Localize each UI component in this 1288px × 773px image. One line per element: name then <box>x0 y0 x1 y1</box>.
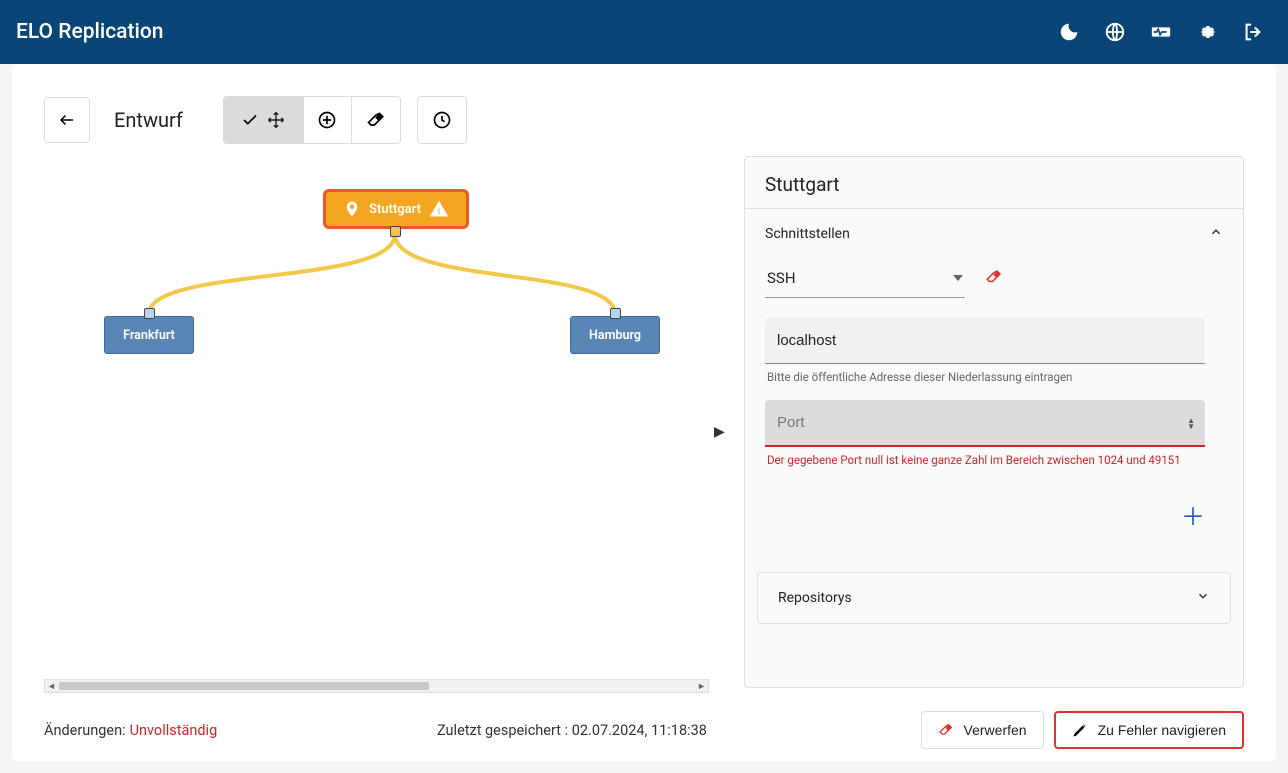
navigate-error-button[interactable]: Zu Fehler navigieren <box>1054 711 1244 749</box>
eraser-icon <box>366 110 386 130</box>
protocol-value: SSH <box>767 269 796 287</box>
main-content: Entwurf <box>12 64 1276 761</box>
interfaces-body: SSH Bitte die öffentliche Adresse dieser… <box>745 259 1243 552</box>
toolbar-row: Entwurf <box>44 96 1244 144</box>
section-label: Repositorys <box>778 590 852 606</box>
protocol-select[interactable]: SSH <box>765 259 965 298</box>
heartbeat-icon[interactable] <box>1150 21 1172 43</box>
footer-buttons: Verwerfen Zu Fehler navigieren <box>921 711 1244 749</box>
logout-icon[interactable] <box>1242 21 1264 43</box>
add-interface-button[interactable]: ＋ <box>1181 497 1205 532</box>
footer-bar: Änderungen: Unvollständig Zuletzt gespei… <box>44 693 1244 749</box>
footer-status-group: Änderungen: Unvollständig <box>44 722 217 739</box>
gear-icon[interactable] <box>1196 21 1218 43</box>
last-saved-label: Zuletzt gespeichert : 02.07.2024, 11:18:… <box>437 722 707 739</box>
app-header: ELO Replication <box>0 0 1288 64</box>
discard-label: Verwerfen <box>964 722 1027 738</box>
changes-status: Unvollständig <box>130 722 218 739</box>
dark-mode-icon[interactable] <box>1058 21 1080 43</box>
pencil-icon <box>1072 722 1088 738</box>
number-spinner[interactable]: ▲▼ <box>1187 418 1195 430</box>
globe-icon[interactable] <box>1104 21 1126 43</box>
chevron-down-icon <box>1196 589 1210 607</box>
port-out-stuttgart[interactable] <box>390 226 401 237</box>
port-error-text: Der gegebene Port null ist keine ganze Z… <box>765 447 1205 467</box>
back-button[interactable] <box>44 97 90 143</box>
discard-button[interactable]: Verwerfen <box>921 711 1044 749</box>
dropdown-arrow-icon <box>953 275 963 281</box>
horizontal-scrollbar[interactable]: ◄ ► <box>44 679 709 693</box>
canvas-toolbar <box>223 96 467 144</box>
select-move-button[interactable] <box>224 97 304 143</box>
history-button[interactable] <box>418 97 466 143</box>
node-hamburg[interactable]: Hamburg <box>570 316 660 354</box>
app-title: ELO Replication <box>16 20 163 44</box>
location-pin-icon <box>343 200 361 218</box>
add-node-button[interactable] <box>304 97 352 143</box>
navigate-label: Zu Fehler navigieren <box>1098 722 1226 738</box>
panel-title: Stuttgart <box>745 157 1243 208</box>
properties-panel: Stuttgart Schnittstellen SSH <box>744 156 1244 688</box>
check-icon <box>241 111 259 129</box>
move-icon <box>267 111 285 129</box>
port-input[interactable] <box>765 400 1205 447</box>
section-label: Schnittstellen <box>765 226 850 242</box>
port-in-hamburg[interactable] <box>610 308 621 319</box>
erase-button[interactable] <box>352 97 400 143</box>
arrow-left-icon <box>58 111 76 129</box>
chevron-up-icon <box>1209 225 1223 243</box>
plus-circle-icon <box>317 110 337 130</box>
host-input[interactable] <box>765 318 1205 364</box>
eraser-icon <box>938 722 954 738</box>
repositories-section: Repositorys <box>757 572 1231 624</box>
panel-collapse-toggle[interactable]: ▶ <box>714 424 725 440</box>
scroll-left-arrow[interactable]: ◄ <box>47 681 56 692</box>
repositories-header[interactable]: Repositorys <box>758 573 1230 623</box>
host-hint: Bitte die öffentliche Adresse dieser Nie… <box>765 364 1223 400</box>
interfaces-header[interactable]: Schnittstellen <box>745 209 1243 259</box>
warning-icon <box>429 199 449 219</box>
node-label: Hamburg <box>589 328 641 343</box>
port-in-frankfurt[interactable] <box>144 308 155 319</box>
node-stuttgart[interactable]: Stuttgart <box>323 189 469 229</box>
main-body: Stuttgart Frankfurt Hamburg ◄ ► ▶ Stuttg… <box>44 156 1244 693</box>
scroll-thumb[interactable] <box>59 682 429 690</box>
interfaces-section: Schnittstellen SSH <box>745 208 1243 552</box>
clear-interface-button[interactable] <box>985 268 1003 290</box>
scroll-right-arrow[interactable]: ► <box>697 681 706 692</box>
diagram-canvas[interactable]: Stuttgart Frankfurt Hamburg ◄ ► <box>44 156 728 693</box>
eraser-icon <box>985 268 1003 286</box>
clock-icon <box>432 110 452 130</box>
page-mode-label: Entwurf <box>114 108 183 132</box>
header-actions <box>1058 21 1264 43</box>
node-label: Frankfurt <box>123 328 175 343</box>
node-frankfurt[interactable]: Frankfurt <box>104 316 194 354</box>
changes-label: Änderungen: <box>44 722 126 739</box>
node-label: Stuttgart <box>369 202 421 217</box>
